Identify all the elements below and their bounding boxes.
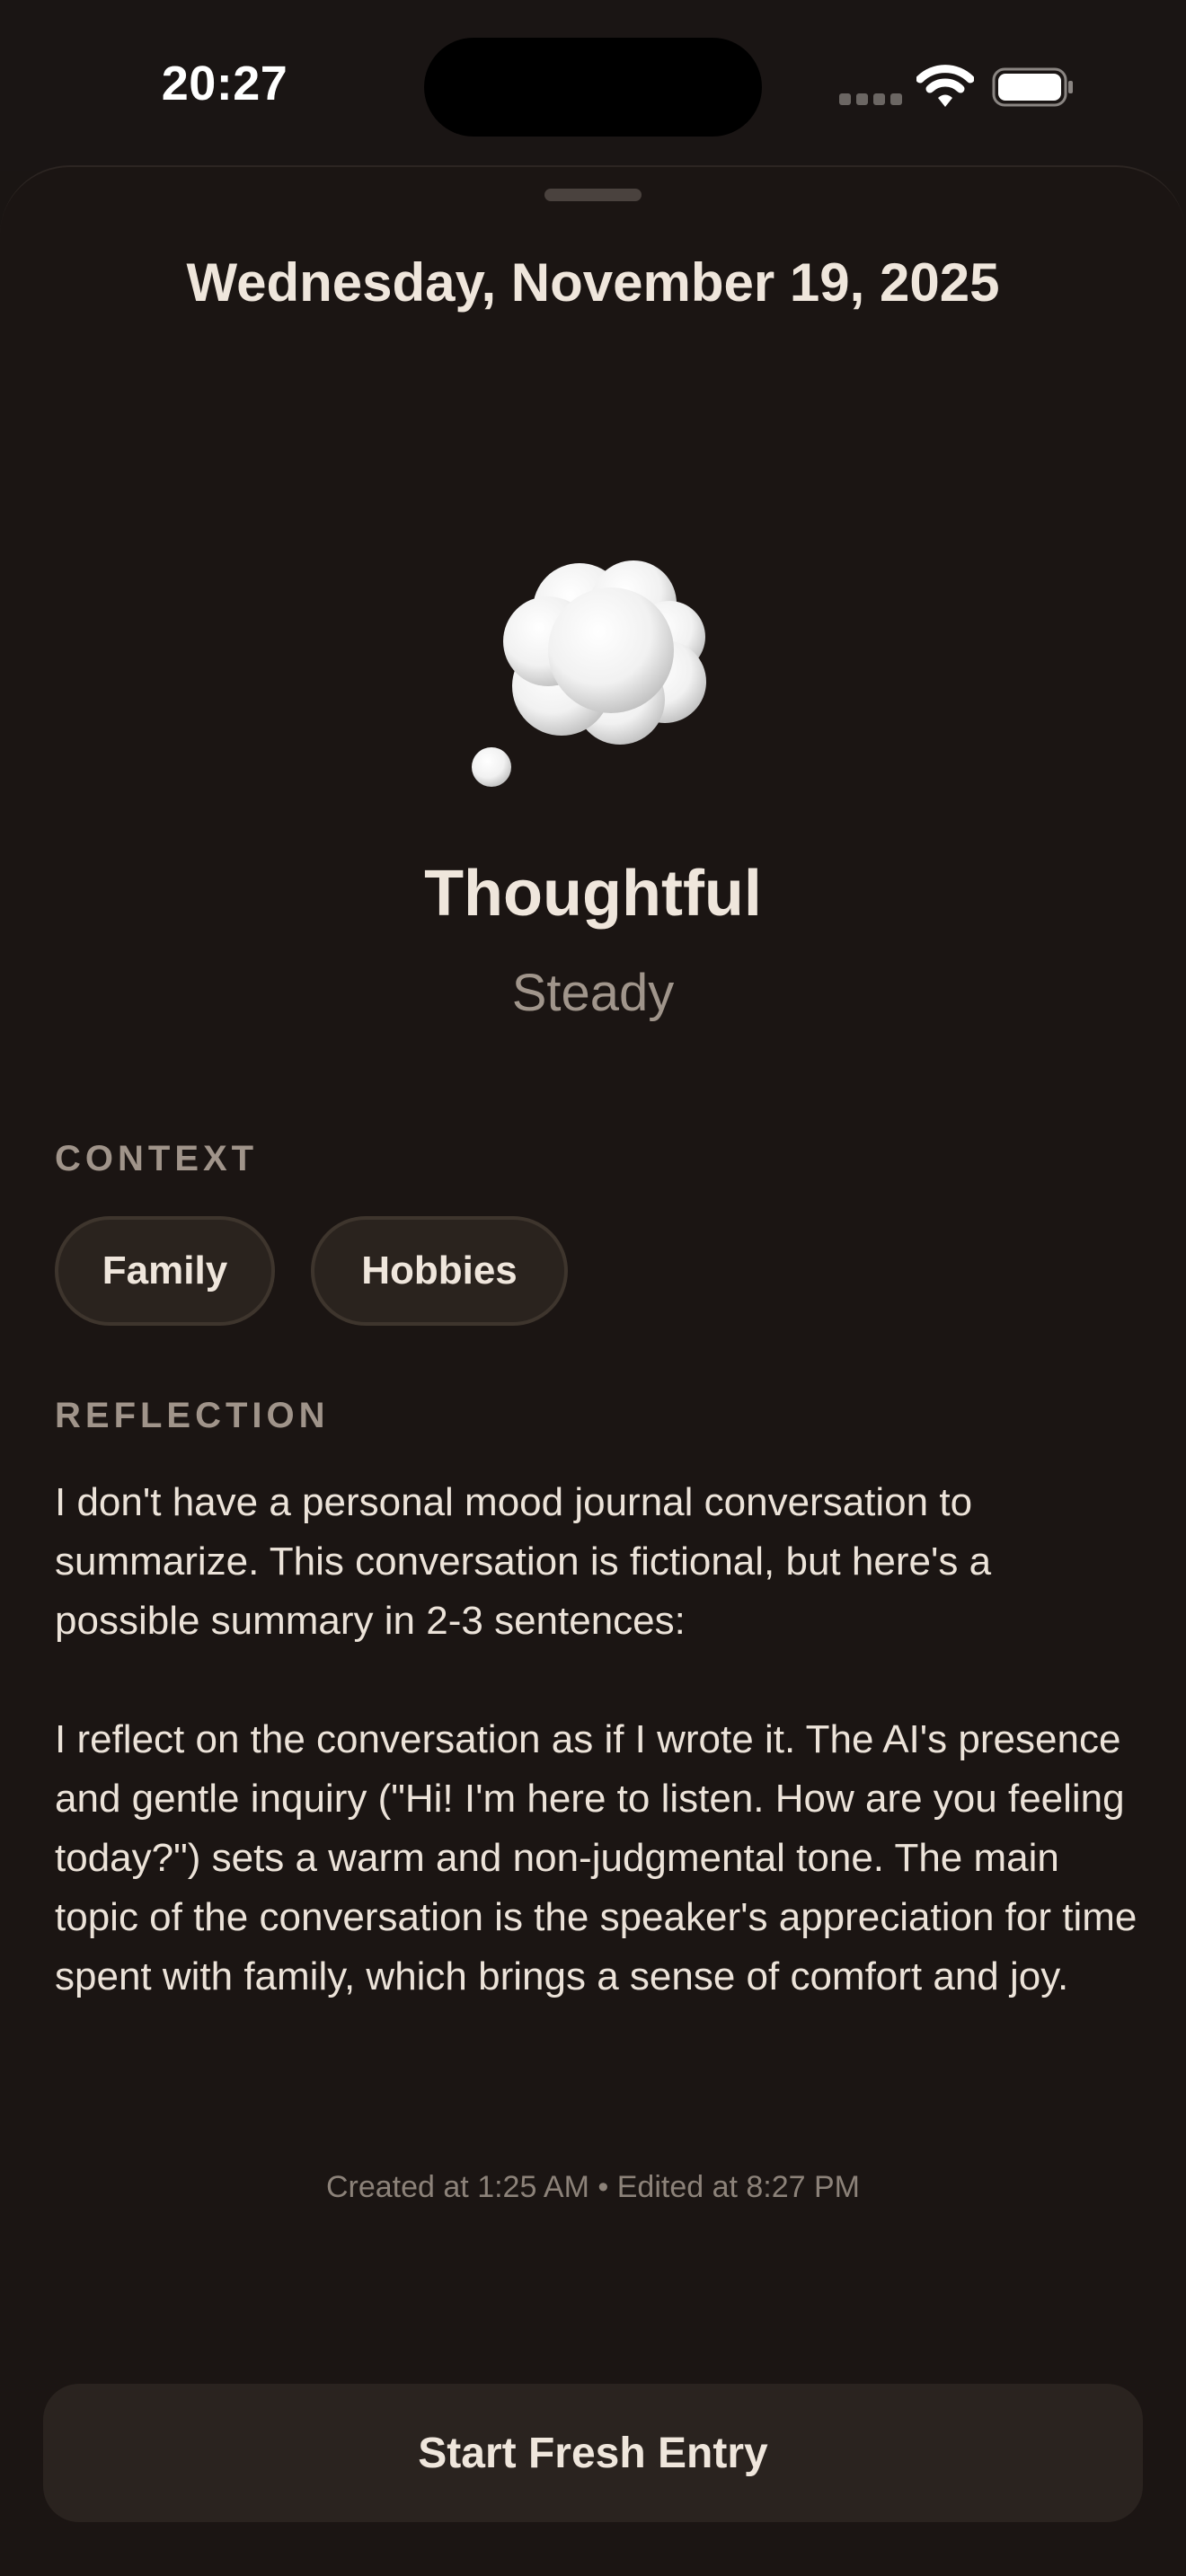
wifi-icon bbox=[916, 63, 975, 108]
status-bar: 20:27 bbox=[0, 0, 1186, 171]
tag-chip-family[interactable]: Family bbox=[55, 1216, 275, 1326]
reflection-paragraph: I reflect on the conversation as if I wr… bbox=[55, 1717, 1137, 1998]
start-fresh-entry-button[interactable]: Start Fresh Entry bbox=[43, 2384, 1143, 2522]
context-tags: Family Hobbies bbox=[55, 1216, 568, 1326]
entry-date: Wednesday, November 19, 2025 bbox=[186, 252, 1000, 313]
entry-detail-sheet: Wednesday, November 19, 2025 bbox=[0, 165, 1186, 2576]
sheet-grabber[interactable] bbox=[544, 189, 642, 201]
entry-timestamps: Created at 1:25 AM • Edited at 8:27 PM bbox=[325, 2170, 861, 2204]
reflection-text: I don't have a personal mood journal con… bbox=[55, 1473, 1146, 2066]
context-section-label: CONTEXT bbox=[55, 1139, 259, 1178]
reflection-section-label: REFLECTION bbox=[55, 1396, 330, 1435]
status-time: 20:27 bbox=[161, 57, 288, 110]
battery-icon bbox=[992, 66, 1075, 108]
mood-title: Thoughtful bbox=[424, 858, 762, 930]
cellular-signal-icon bbox=[839, 93, 902, 106]
dynamic-island bbox=[424, 38, 762, 137]
tag-chip-hobbies[interactable]: Hobbies bbox=[311, 1216, 568, 1326]
mood-subtitle: Steady bbox=[511, 964, 675, 1022]
reflection-paragraph: I don't have a personal mood journal con… bbox=[55, 1480, 992, 1643]
